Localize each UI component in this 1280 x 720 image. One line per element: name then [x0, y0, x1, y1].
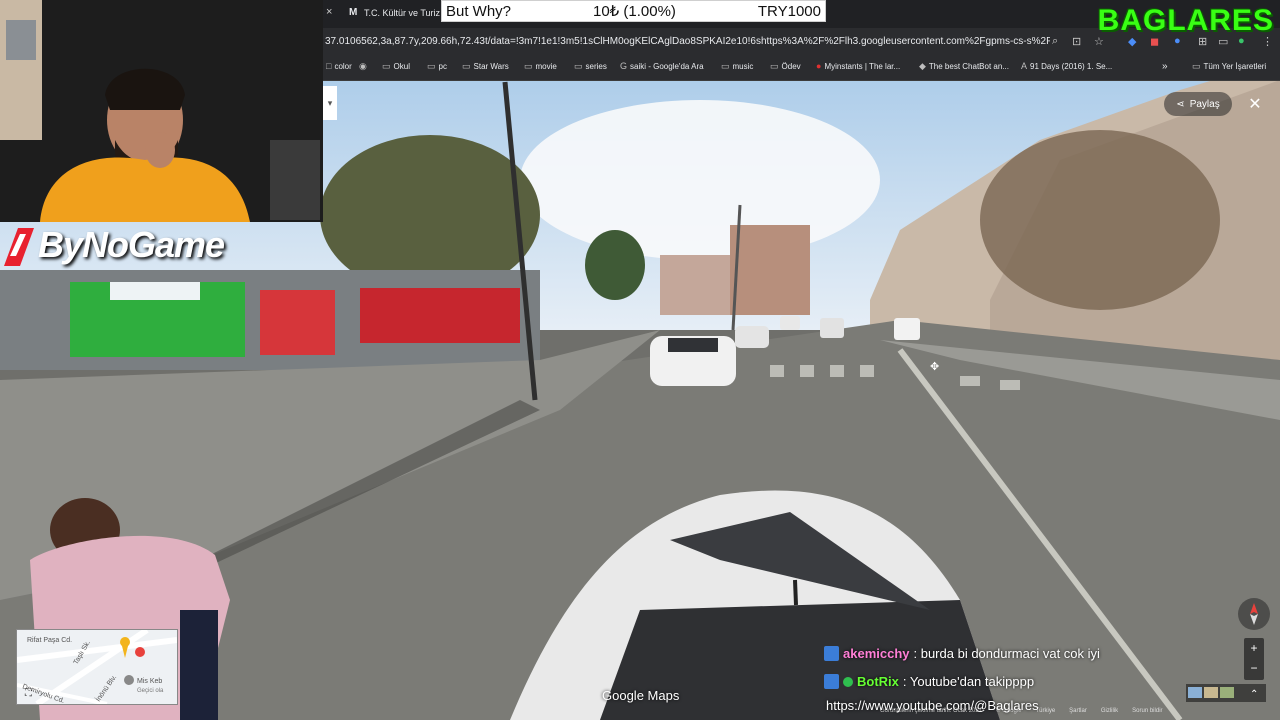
bookmark-item[interactable]: ▭ Ödev — [770, 61, 801, 72]
myinstants-icon: ● — [816, 61, 822, 71]
bookmark-folder-icon: ▭ — [1192, 61, 1201, 71]
chat-message: BotRix : Youtube'dan takipppp — [824, 674, 1034, 689]
bookmark-item[interactable]: ▭ pc — [427, 61, 447, 72]
bookmark-folder-icon: ▭ — [524, 61, 533, 71]
channel-logo: BAGLARES — [1097, 4, 1274, 37]
platform-icon — [824, 674, 839, 689]
zoom-control[interactable]: + − — [1244, 638, 1264, 680]
bookmarks-overflow-button[interactable]: » — [1162, 61, 1168, 72]
bookmark-folder-icon: ▭ — [427, 61, 436, 71]
chat-text: : Youtube'dan takipppp — [902, 674, 1035, 689]
browser-tab[interactable]: T.C. Kültür ve Turizm — [364, 8, 440, 18]
chat-username: akemicchy — [843, 646, 910, 661]
bookmark-item[interactable]: ▭ music — [721, 61, 753, 72]
bookmark-folder-icon: ▭ — [574, 61, 583, 71]
privacy-link[interactable]: Gizlilik — [1101, 708, 1118, 720]
tab-close-icon[interactable]: × — [326, 6, 332, 18]
bookmark-item[interactable]: ▭ Star Wars — [462, 61, 509, 72]
bookmark-folder-icon: ▭ — [770, 61, 779, 71]
install-icon[interactable]: ⊡ — [1072, 35, 1081, 48]
bookmark-item[interactable]: ▭ Okul — [382, 61, 410, 72]
bookmark-site-icon: ◉ — [359, 61, 367, 71]
zoom-out-button[interactable]: − — [1244, 658, 1264, 678]
chat-username: BotRix — [857, 674, 899, 689]
close-button[interactable]: ✕ — [1242, 91, 1268, 117]
google-maps-watermark: Google Maps — [602, 688, 680, 703]
zoom-in-button[interactable]: + — [1244, 638, 1264, 658]
chat-text: : burda bi dondurmaci vat cok iyi — [913, 646, 1100, 661]
bookmark-folder-icon: ▭ — [382, 61, 391, 71]
donation-goal: TRY1000 — [757, 2, 821, 20]
sponsor-logo: ByNoGame — [38, 224, 225, 265]
all-bookmarks-button[interactable]: ▭ Tüm Yer İşaretleri — [1192, 61, 1266, 72]
bookmark-item[interactable]: ● Myinstants | The lar... — [816, 61, 900, 71]
bookmark-folder-icon: □ — [326, 61, 332, 71]
zoom-icon[interactable]: ⌕ — [1052, 35, 1058, 48]
bookmark-item[interactable]: Gsaiki - Google'da Ara — [620, 61, 704, 71]
close-icon: ✕ — [1248, 96, 1262, 113]
bookmark-folder-icon: ▭ — [462, 61, 471, 71]
move-cursor-icon: ✥ — [930, 361, 940, 373]
bookmark-item[interactable]: ▭ series — [574, 61, 607, 72]
donation-title: But Why? — [446, 2, 512, 20]
minimap[interactable]: Rifat Paşa Cd. Taşlı Sk. Demiryolu Cd. İ… — [16, 629, 178, 705]
verified-badge-icon — [843, 676, 853, 687]
platform-icon — [824, 646, 839, 661]
imagery-thumbnails[interactable]: ⌃ — [1186, 684, 1266, 702]
bookmark-item[interactable]: ◉ — [359, 61, 370, 72]
url-field[interactable]: 37.0106562,3a,87.7y,209.66h,72.43t/data=… — [325, 36, 1050, 47]
chatbot-icon: ◆ — [919, 61, 926, 71]
share-label: Paylaş — [1189, 98, 1220, 110]
bookmark-item[interactable]: ◆ The best ChatBot an... — [919, 61, 1009, 72]
donation-amount: 10₺ (1.00%) — [593, 3, 676, 20]
bookmark-folder-icon: ▭ — [721, 61, 730, 71]
minimap-label: Mis Keb — [137, 678, 162, 685]
bookmark-item[interactable]: □ color — [326, 61, 352, 71]
bookmark-item[interactable]: ▭ movie — [524, 61, 557, 72]
collapse-panel-button[interactable]: ▾ — [323, 86, 337, 120]
fullscreen-icon[interactable]: ⛶ — [24, 688, 33, 699]
webcam-feed — [0, 0, 323, 222]
chat-message: akemicchy : burda bi dondurmaci vat cok … — [824, 646, 1100, 661]
share-button[interactable]: ⋖ Paylaş — [1164, 92, 1232, 116]
minimap-label: Rifat Paşa Cd. — [27, 637, 72, 644]
anime-site-icon: A — [1021, 61, 1028, 71]
terms-link[interactable]: Şartlar — [1069, 708, 1087, 720]
donation-goal-widget: But Why? 10₺ (1.00%) TRY1000 — [441, 0, 826, 22]
share-icon: ⋖ — [1176, 98, 1185, 110]
report-link[interactable]: Sorun bildir — [1132, 708, 1162, 720]
bynogame-logo-icon — [4, 228, 34, 266]
svg-text:⌃: ⌃ — [1250, 689, 1258, 700]
compass-icon[interactable] — [1238, 598, 1270, 630]
gmail-tab-icon: M — [349, 7, 358, 18]
chat-link: https://www.youtube.com/@Baglares — [826, 698, 1039, 713]
google-icon: G — [620, 61, 628, 71]
bookmark-item[interactable]: A 91 Days (2016) 1. Se... — [1021, 61, 1112, 71]
minimap-label: Geçici ola — [137, 688, 164, 694]
